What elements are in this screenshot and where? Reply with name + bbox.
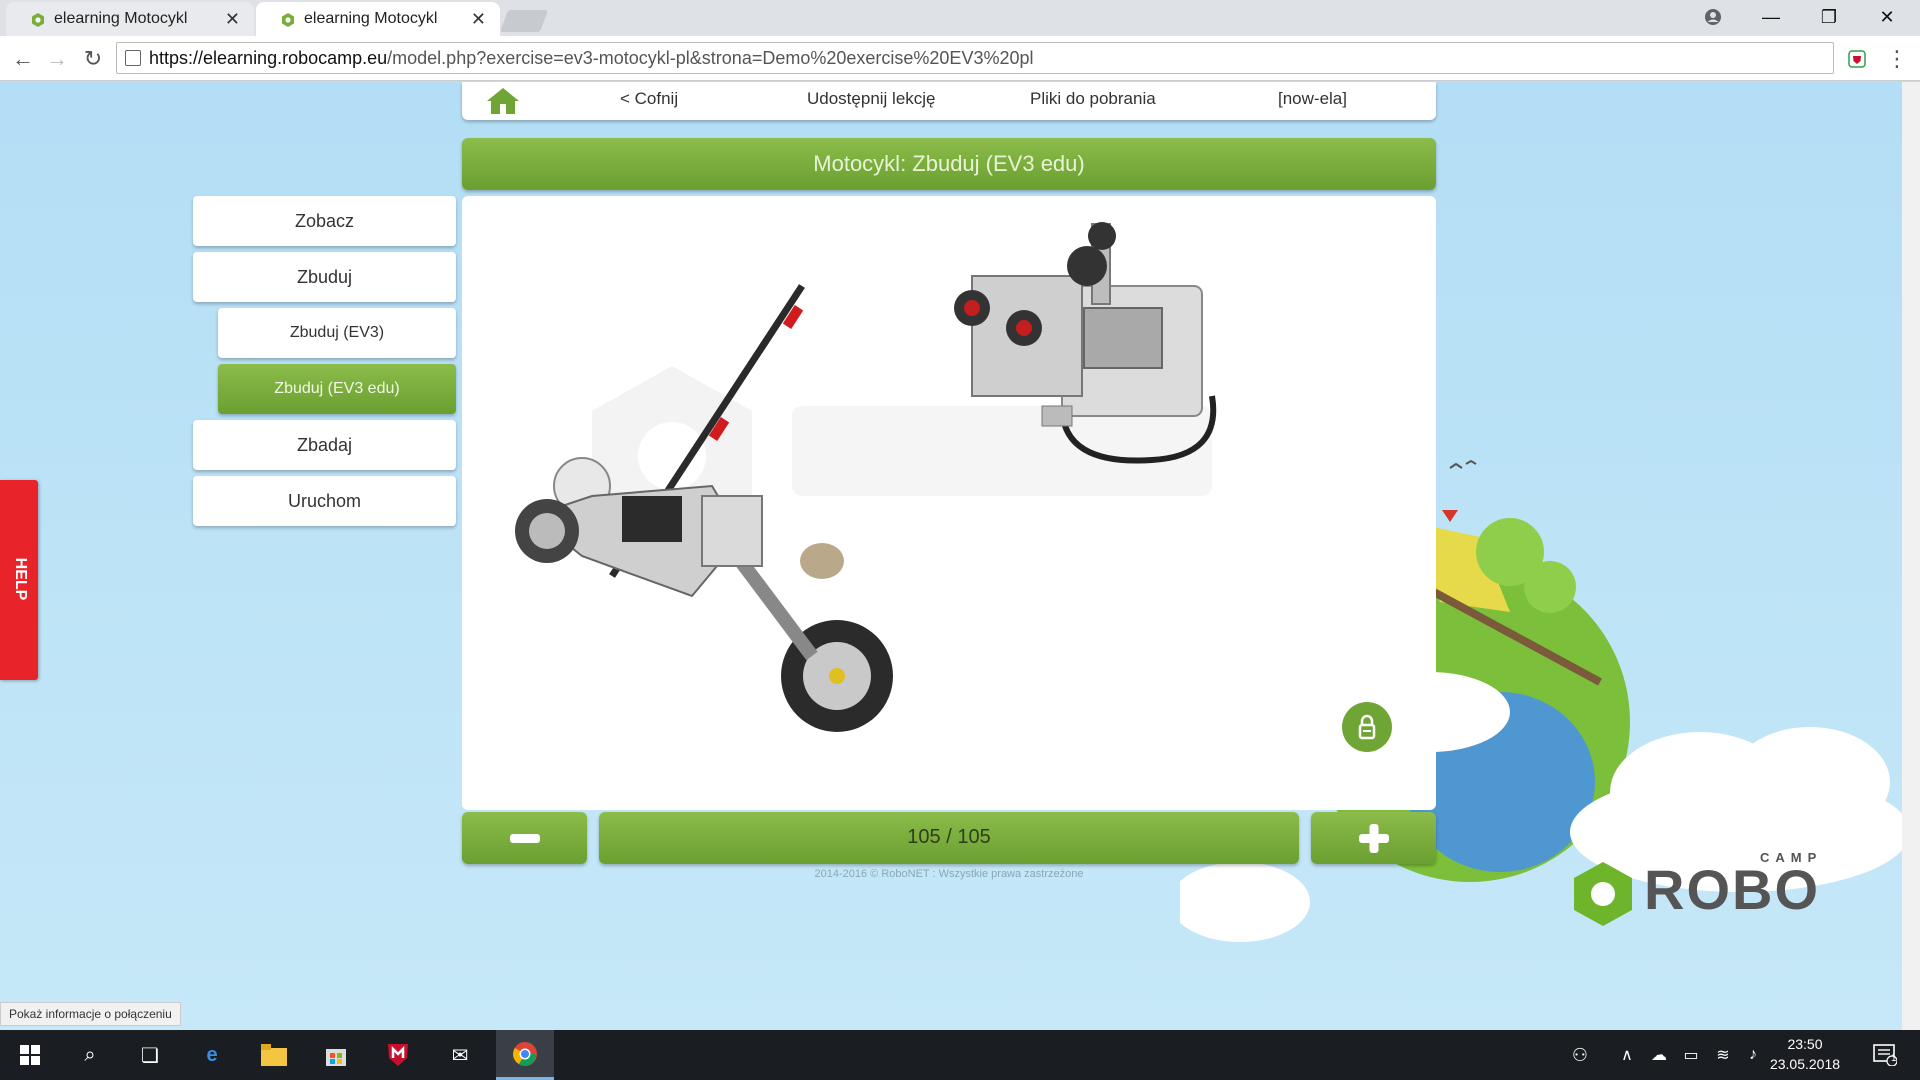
- windows-taskbar: ⌕ ❏ e ✉ ⚇ ∧ ☁ ▭ ≋ ♪ 23:50 23.05.2018 1: [0, 1030, 1920, 1080]
- close-window-icon[interactable]: ✕: [1858, 0, 1916, 36]
- user-link[interactable]: [now-ela]: [1278, 82, 1347, 120]
- status-bubble: Pokaż informacje o połączeniu: [0, 1002, 181, 1026]
- new-tab-button[interactable]: [499, 10, 549, 32]
- close-tab-2-icon[interactable]: ✕: [471, 2, 486, 36]
- notifications-icon[interactable]: 1: [1860, 1030, 1910, 1080]
- sidebar-item-uruchom[interactable]: Uruchom: [193, 476, 456, 526]
- back-arrow-icon[interactable]: ←: [8, 44, 38, 74]
- close-tab-1-icon[interactable]: ✕: [225, 2, 240, 36]
- browser-tab-strip: elearning Motocykl ✕ elearning Motocykl …: [0, 0, 1920, 36]
- robocamp-favicon-icon: [32, 13, 44, 27]
- robocamp-hexagon-icon: [1574, 862, 1632, 926]
- wifi-icon[interactable]: ≋: [1708, 1030, 1738, 1080]
- show-hidden-icons-icon[interactable]: ∧: [1612, 1030, 1642, 1080]
- minus-icon: [510, 834, 540, 843]
- sidebar-item-zobacz[interactable]: Zobacz: [193, 196, 456, 246]
- robocamp-favicon-icon: [282, 13, 294, 27]
- search-icon[interactable]: ⌕: [64, 1030, 116, 1080]
- logo-robo-text: ROBO: [1644, 858, 1820, 921]
- url-path: /model.php?exercise=ev3-motocykl-pl&stro…: [387, 48, 1034, 68]
- sidebar-item-zbadaj[interactable]: Zbadaj: [193, 420, 456, 470]
- browser-tab-2[interactable]: elearning Motocykl ✕: [256, 2, 500, 36]
- clock-date: 23.05.2018: [1769, 1056, 1841, 1072]
- downloads-link[interactable]: Pliki do pobrania: [1030, 82, 1156, 120]
- plus-icon: [1359, 824, 1389, 853]
- back-link[interactable]: < Cofnij: [620, 82, 678, 120]
- file-explorer-icon[interactable]: [248, 1030, 300, 1080]
- model-viewer[interactable]: [462, 196, 1436, 810]
- sidebar-item-zbuduj[interactable]: Zbuduj: [193, 252, 456, 302]
- minimize-icon[interactable]: —: [1742, 0, 1800, 36]
- help-label: HELP: [12, 557, 29, 601]
- top-navigation: < Cofnij Udostępnij lekcję Pliki do pobr…: [462, 82, 1436, 120]
- robocamp-logo: CAMP ROBO: [1572, 850, 1872, 950]
- reload-icon[interactable]: ↻: [78, 44, 108, 74]
- browser-toolbar: ← → ↻ https://elearning.robocamp.eu/mode…: [0, 36, 1920, 81]
- fullscreen-toggle-button[interactable]: [1342, 702, 1392, 752]
- onedrive-icon[interactable]: ☁: [1644, 1030, 1674, 1080]
- chrome-taskbar-icon[interactable]: [496, 1030, 554, 1080]
- extension-shield-icon[interactable]: [1842, 44, 1872, 74]
- lock-icon: [1358, 714, 1376, 740]
- page-title: Motocykl: Zbuduj (EV3 edu): [462, 138, 1436, 190]
- start-icon[interactable]: [4, 1030, 56, 1080]
- task-view-icon[interactable]: ❏: [124, 1030, 176, 1080]
- previous-step-button[interactable]: [462, 812, 587, 864]
- address-bar[interactable]: https://elearning.robocamp.eu/model.php?…: [116, 42, 1834, 74]
- page-scrollbar[interactable]: [1902, 82, 1920, 1030]
- people-icon[interactable]: ⚇: [1562, 1030, 1598, 1080]
- help-tab[interactable]: HELP: [0, 480, 38, 680]
- mail-icon[interactable]: ✉: [434, 1030, 486, 1080]
- forward-arrow-icon[interactable]: →: [42, 44, 72, 74]
- battery-icon[interactable]: ▭: [1676, 1030, 1706, 1080]
- page-content: < Cofnij Udostępnij lekcję Pliki do pobr…: [0, 82, 1920, 1030]
- share-lesson-link[interactable]: Udostępnij lekcję: [807, 82, 936, 120]
- lego-motorcycle-model-image: [515, 222, 1217, 732]
- sidebar-item-zbuduj-ev3-edu[interactable]: Zbuduj (EV3 edu): [218, 364, 456, 414]
- chrome-menu-icon[interactable]: ⋮: [1882, 44, 1912, 74]
- edge-icon[interactable]: e: [186, 1030, 238, 1080]
- sidebar-item-zbuduj-ev3[interactable]: Zbuduj (EV3): [218, 308, 456, 358]
- restore-icon[interactable]: ❐: [1800, 0, 1858, 36]
- step-counter: 105 / 105: [599, 812, 1299, 864]
- next-step-button[interactable]: [1311, 812, 1436, 864]
- store-icon[interactable]: [310, 1030, 362, 1080]
- notifications-count: 1: [1891, 1053, 1897, 1064]
- browser-tab-2-title: elearning Motocykl: [304, 10, 438, 27]
- browser-tab-1[interactable]: elearning Motocykl ✕: [6, 2, 254, 36]
- copyright-text: 2014-2016 © RoboNET : Wszystkie prawa za…: [814, 868, 1084, 880]
- system-clock[interactable]: 23:50 23.05.2018: [1762, 1034, 1848, 1074]
- profile-icon[interactable]: [1684, 0, 1742, 36]
- page-info-icon[interactable]: [125, 50, 141, 66]
- clock-time: 23:50: [1787, 1036, 1823, 1052]
- home-icon[interactable]: [486, 86, 520, 116]
- mcafee-icon[interactable]: [372, 1030, 424, 1080]
- browser-tab-1-title: elearning Motocykl: [54, 10, 188, 27]
- url-host: https://elearning.robocamp.eu: [149, 48, 388, 68]
